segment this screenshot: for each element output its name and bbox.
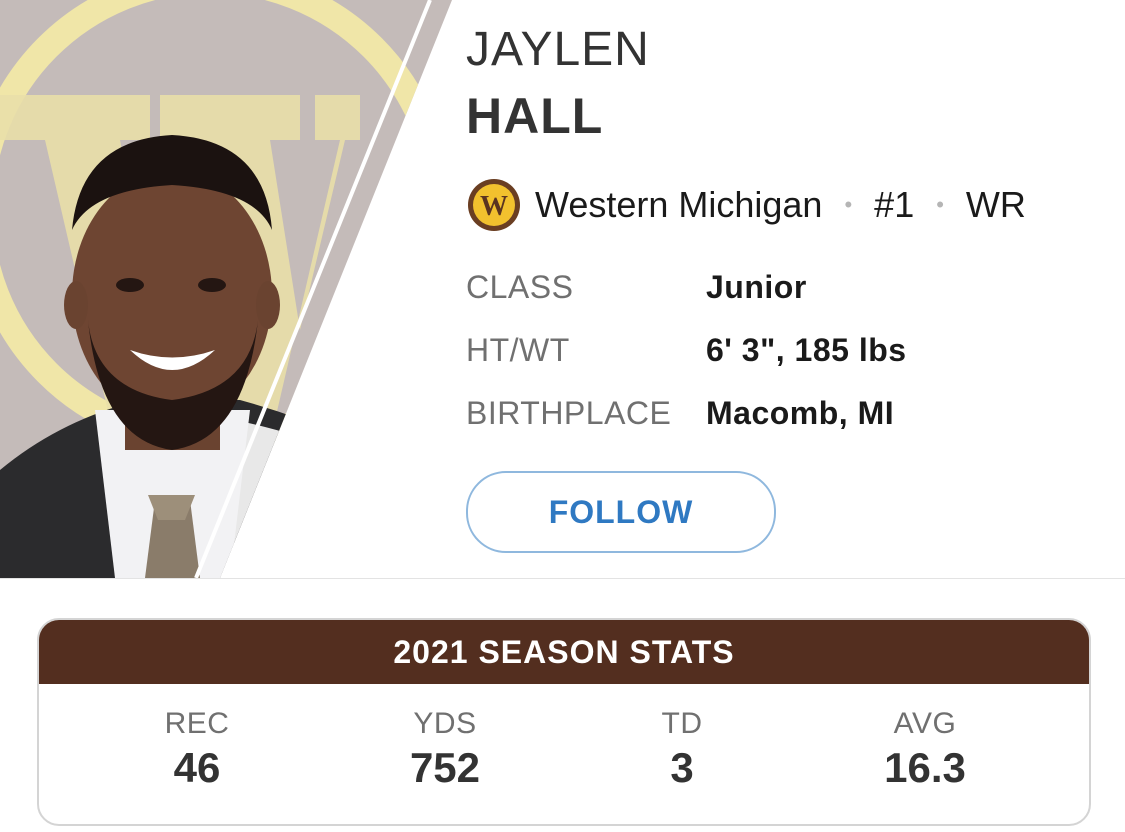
team-name-link[interactable]: Western Michigan [535, 184, 822, 226]
svg-text:W: W [480, 191, 508, 222]
stat-yds: YDS 752 [345, 706, 545, 792]
season-stats-card: 2021 SEASON STATS REC 46 YDS 752 TD 3 AV… [37, 618, 1091, 826]
attribute-row-height-weight: HT/WT 6' 3", 185 lbs [466, 330, 907, 370]
stat-label: TD [661, 707, 703, 740]
stat-rec: REC 46 [97, 706, 297, 792]
stat-value: 3 [670, 744, 694, 791]
player-last-name: HALL [466, 88, 604, 144]
player-position: WR [965, 184, 1026, 225]
team-logo-icon[interactable]: W [467, 178, 521, 232]
attribute-row-class: CLASS Junior [466, 267, 807, 307]
attribute-row-birthplace: BIRTHPLACE Macomb, MI [466, 393, 894, 433]
attribute-value: Macomb, MI [706, 394, 895, 431]
stat-value: 16.3 [884, 744, 966, 791]
stat-label: AVG [893, 707, 957, 740]
stat-value: 46 [173, 744, 221, 791]
stats-title: 2021 SEASON STATS [39, 620, 1089, 684]
attribute-label: BIRTHPLACE [466, 394, 672, 431]
attribute-value: Junior [706, 268, 807, 305]
follow-button[interactable]: FOLLOW [466, 471, 776, 553]
attribute-label: CLASS [466, 268, 574, 305]
stat-label: YDS [413, 707, 477, 740]
stat-label: REC [164, 707, 230, 740]
attribute-value: 6' 3", 185 lbs [706, 331, 907, 368]
jersey-number: #1 [874, 184, 915, 225]
team-info-row: W Western Michigan • #1 • WR [467, 178, 1026, 232]
stat-td: TD 3 [582, 706, 782, 792]
stats-row: REC 46 YDS 752 TD 3 AVG 16.3 [39, 684, 1089, 824]
player-first-name: JAYLEN [466, 23, 650, 76]
section-divider [0, 578, 1125, 579]
stat-value: 752 [409, 744, 481, 791]
separator-dot: • [936, 192, 944, 217]
player-profile: JAYLEN HALL W Western Michigan • #1 • WR… [0, 0, 1125, 832]
stat-avg: AVG 16.3 [825, 706, 1025, 792]
separator-dot: • [844, 192, 853, 217]
attribute-label: HT/WT [466, 331, 570, 368]
